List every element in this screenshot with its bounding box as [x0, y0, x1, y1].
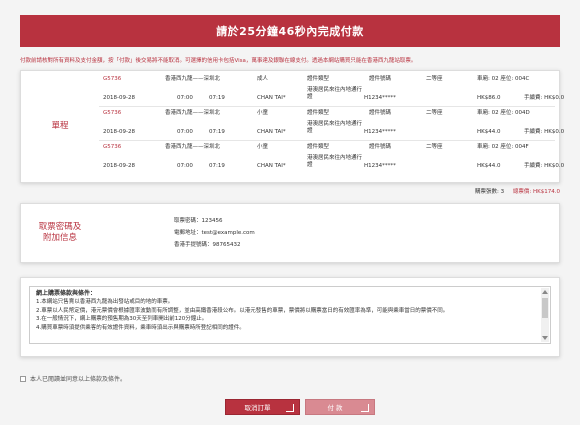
scroll-thumb[interactable] [542, 298, 548, 318]
contact-section-label: 取票密碼及附加信息 [38, 221, 82, 243]
contact-info-panel: 取票密碼及附加信息 取票密碼：123456 電郵地址：test@example.… [20, 203, 560, 263]
trip-price: HK$86.0 [477, 95, 501, 101]
trip-class: 小童 [257, 110, 269, 116]
trip-date: 2018-09-28 [103, 163, 135, 169]
trip-row: G5736 香港西九龍——深圳北 小童 證件類型 證件號碼 二等座 車廂: 02 座位: 0… [99, 107, 564, 141]
trip-arrive: 07:19 [209, 129, 225, 135]
trip-train: G5736 [103, 144, 122, 150]
trip-fee: 手續費: HK$0.0 [524, 95, 565, 101]
terms-line: 4.購買車票時須提供乘客的有效證件資料，乘車時須出示與購票時所登記相同的證件。 [36, 324, 245, 331]
scroll-up-icon[interactable] [542, 290, 548, 294]
trip-details-panel: 單程 G5736 香港西九龍——深圳北 成人 證件類型 證件號碼 二等座 車廂: 02 座位… [20, 70, 564, 183]
trip-price: HK$44.0 [477, 163, 501, 169]
trip-class: 小童 [257, 144, 269, 150]
trip-id: H1234***** [364, 129, 396, 135]
trip-type-label: 證件類型 [307, 76, 330, 82]
agree-terms-row[interactable]: 本人已閱讀並同意以上條款及條件。 [20, 374, 126, 383]
trip-arrive: 07:19 [209, 95, 225, 101]
cancel-order-label: 取消訂單 [244, 404, 271, 412]
trip-train: G5736 [103, 76, 122, 82]
terms-text: 1.本網站只售賣以香港西九龍為出發站或目的地的車票。 2.車票以人民幣定價，港元票… [36, 298, 536, 332]
trip-name: CHAN TAI* [257, 129, 286, 135]
trip-depart: 07:00 [177, 129, 193, 135]
total-price: 總票價: HK$174.0 [512, 189, 560, 195]
ticket-count: 購票張數: 3 [475, 189, 505, 195]
scroll-down-icon[interactable] [542, 336, 548, 340]
trip-id-label: 證件號碼 [369, 76, 392, 82]
trip-row: G5736 香港西九龍——深圳北 成人 證件類型 證件號碼 二等座 車廂: 02 座位: 0… [99, 73, 564, 107]
pay-button[interactable]: 付 款 [305, 399, 375, 415]
trip-document-type: 港澳居民來往內地通行證 [307, 121, 363, 135]
trip-id-label: 證件號碼 [369, 110, 392, 116]
terms-line: 1.本網站只售賣以香港西九龍為出發站或目的地的車票。 [36, 299, 174, 305]
trip-seat: 車廂: 02 座位: 004D [477, 110, 530, 116]
trip-id: H1234***** [364, 95, 396, 101]
trip-document-type: 港澳居民來往內地通行證 [307, 87, 363, 101]
trip-type-label: 單程 [51, 120, 69, 131]
terms-line: 2.車票以人民幣定價，港元票價會根據匯率波動而有所調整，並由高鐵香港段公布。以港… [36, 307, 449, 314]
agree-checkbox[interactable] [20, 375, 26, 382]
countdown-header: 請於25分鐘46秒內完成付款 [20, 15, 560, 47]
terms-title: 網上購票條款與條件： [36, 290, 97, 297]
countdown-title: 請於25分鐘46秒內完成付款 [216, 25, 364, 38]
agree-label[interactable]: 本人已閱讀並同意以上條款及條件。 [30, 374, 126, 383]
trip-class: 成人 [257, 76, 269, 82]
trip-date: 2018-09-28 [103, 95, 135, 101]
cancel-order-button[interactable]: 取消訂單 [225, 399, 300, 415]
trip-document-type: 港澳居民來往內地通行證 [307, 155, 363, 169]
trip-type-label: 證件類型 [307, 144, 330, 150]
terms-scrollbar[interactable] [541, 288, 549, 342]
order-summary: 購票張數: 3 總票價: HK$174.0 [20, 187, 560, 195]
trip-name: CHAN TAI* [257, 163, 286, 169]
arrow-corner-icon [286, 404, 294, 412]
trip-seat: 車廂: 02 座位: 004F [477, 144, 529, 150]
contact-fields: 取票密碼：123456 電郵地址：test@example.com 香港手提號碼… [174, 215, 255, 251]
trip-seat: 車廂: 02 座位: 004C [477, 76, 530, 82]
trip-id-label: 證件號碼 [369, 144, 392, 150]
trip-fee: 手續費: HK$0.0 [524, 129, 565, 135]
trip-seat-class: 二等座 [426, 144, 443, 150]
trip-depart: 07:00 [177, 95, 193, 101]
trip-seat-class: 二等座 [426, 110, 443, 116]
trip-arrive: 07:19 [209, 163, 225, 169]
trip-route: 香港西九龍——深圳北 [165, 144, 221, 150]
terms-panel: 網上購票條款與條件： 1.本網站只售賣以香港西九龍為出發站或目的地的車票。 2.車… [20, 277, 560, 357]
pay-label: 付 款 [327, 404, 343, 412]
trip-route: 香港西九龍——深圳北 [165, 110, 221, 116]
trip-fee: 手續費: HK$0.0 [524, 163, 565, 169]
arrow-corner-icon [361, 404, 369, 412]
trip-price: HK$44.0 [477, 129, 501, 135]
trip-list: G5736 香港西九龍——深圳北 成人 證件類型 證件號碼 二等座 車廂: 02 座位: 0… [99, 73, 564, 175]
email-address: 電郵地址：test@example.com [174, 230, 255, 236]
trip-depart: 07:00 [177, 163, 193, 169]
trip-row: G5736 香港西九龍——深圳北 小童 證件類型 證件號碼 二等座 車廂: 02 座位: 0… [99, 141, 564, 175]
trip-name: CHAN TAI* [257, 95, 286, 101]
mobile-number: 香港手提號碼：98765432 [174, 242, 241, 248]
trip-id: H1234***** [364, 163, 396, 169]
trip-route: 香港西九龍——深圳北 [165, 76, 221, 82]
terms-line: 3.在一般情況下，網上購票的預售期為30天至列車開出前120分鐘止。 [36, 316, 208, 322]
trip-seat-class: 二等座 [426, 76, 443, 82]
trip-date: 2018-09-28 [103, 129, 135, 135]
pickup-code: 取票密碼：123456 [174, 218, 223, 224]
trip-type-label: 證件類型 [307, 110, 330, 116]
trip-train: G5736 [103, 110, 122, 116]
terms-scroll-box[interactable]: 網上購票條款與條件： 1.本網站只售賣以香港西九龍為出發站或目的地的車票。 2.車… [29, 286, 551, 344]
payment-notice: 付款前請核對所有資料及支付金額，按「付款」後交易將不能取消。可選擇的信用卡包括V… [20, 58, 417, 64]
